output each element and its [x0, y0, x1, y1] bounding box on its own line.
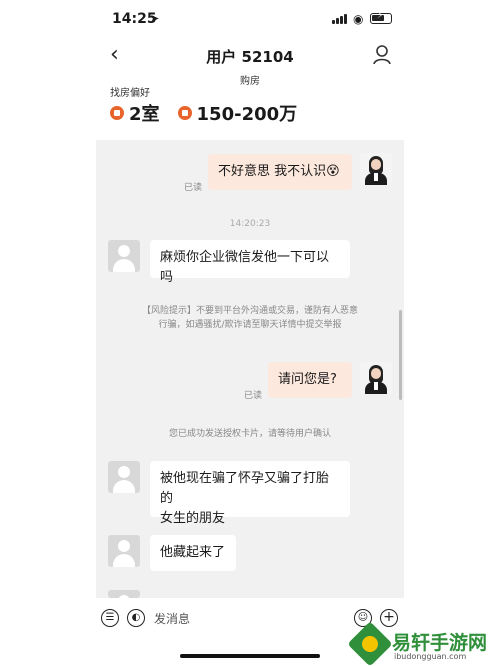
- location-arrow-icon: ➤: [150, 12, 160, 25]
- price-tag-icon: [177, 106, 192, 120]
- preference-row: 2室 150-200万: [110, 100, 297, 126]
- contact-avatar[interactable]: [108, 240, 140, 272]
- page-title: 用户 52104: [206, 48, 294, 66]
- battery-charging-icon: ⚡: [370, 11, 392, 24]
- risk-warning-notice: 【风险提示】不要到平台外沟通或交易，谨防有人恶意 行骗，如遇骚扰/欺诈请至聊天详…: [110, 304, 390, 332]
- read-receipt: 已读: [244, 391, 263, 401]
- message-text: 不好意思 我不认识😵: [218, 164, 340, 179]
- message-text-line-1: 被他现在骗了怀孕又骗了打胎的: [160, 471, 330, 506]
- cellular-signal-icon: [332, 13, 348, 24]
- message-text-line-2: 女生的朋友: [160, 511, 226, 526]
- page-subtitle: 购房: [240, 76, 260, 87]
- message-input[interactable]: 发消息: [154, 610, 190, 627]
- preference-label: 找房偏好: [110, 88, 150, 99]
- site-watermark: 易轩手游网 ibudongguan.com: [347, 621, 496, 666]
- chat-scrollbar[interactable]: [399, 310, 402, 400]
- authorization-card-notice: 您已成功发送授权卡片，请等待用户确认: [110, 427, 390, 441]
- house-icon: [110, 106, 124, 120]
- risk-warning-line-1: 【风险提示】不要到平台外沟通或交易，谨防有人恶意: [141, 306, 358, 316]
- read-receipt: 已读: [184, 183, 203, 193]
- chat-screen: 14:25 ➤ ◉ ⚡ ‹ 用户 52104 购房 找房偏好 2室 150-20…: [0, 0, 500, 666]
- message-text: 请问您是?: [278, 372, 337, 387]
- my-avatar[interactable]: [360, 362, 392, 394]
- wifi-icon: ◉: [353, 12, 364, 26]
- status-bar: 14:25 ➤ ◉ ⚡: [0, 0, 500, 40]
- contact-avatar: [108, 590, 140, 598]
- watermark-logo-icon: [347, 621, 393, 666]
- watermark-url: ibudongguan.com: [394, 652, 467, 661]
- contact-avatar[interactable]: [108, 535, 140, 567]
- user-profile-icon[interactable]: [372, 44, 392, 66]
- authorization-notice-text: 您已成功发送授权卡片，请等待用户确认: [168, 429, 331, 439]
- my-avatar[interactable]: [360, 153, 392, 185]
- message-bubble-incoming[interactable]: 被他现在骗了怀孕又骗了打胎的 女生的朋友: [150, 461, 350, 526]
- preference-rooms: 2室: [129, 104, 160, 125]
- contact-avatar[interactable]: [108, 461, 140, 493]
- message-bubble-incoming[interactable]: 他藏起来了: [150, 535, 236, 571]
- message-timestamp: 14:20:23: [229, 219, 271, 229]
- preference-budget: 150-200万: [196, 104, 298, 125]
- message-bubble-incoming[interactable]: 麻烦你企业微信发他一下可以吗: [150, 240, 350, 285]
- message-bubble-outgoing[interactable]: 不好意思 我不认识😵: [208, 154, 352, 190]
- voice-icon[interactable]: ◐: [127, 609, 145, 627]
- message-text: 他藏起来了: [160, 545, 226, 560]
- risk-warning-line-2: 行骗，如遇骚扰/欺诈请至聊天详情中提交举报: [158, 320, 342, 330]
- home-indicator: [180, 654, 320, 658]
- list-menu-icon[interactable]: ☰: [101, 609, 119, 627]
- chat-area[interactable]: [96, 140, 404, 598]
- watermark-name: 易轩手游网: [392, 632, 488, 654]
- message-bubble-outgoing[interactable]: 请问您是?: [268, 362, 352, 398]
